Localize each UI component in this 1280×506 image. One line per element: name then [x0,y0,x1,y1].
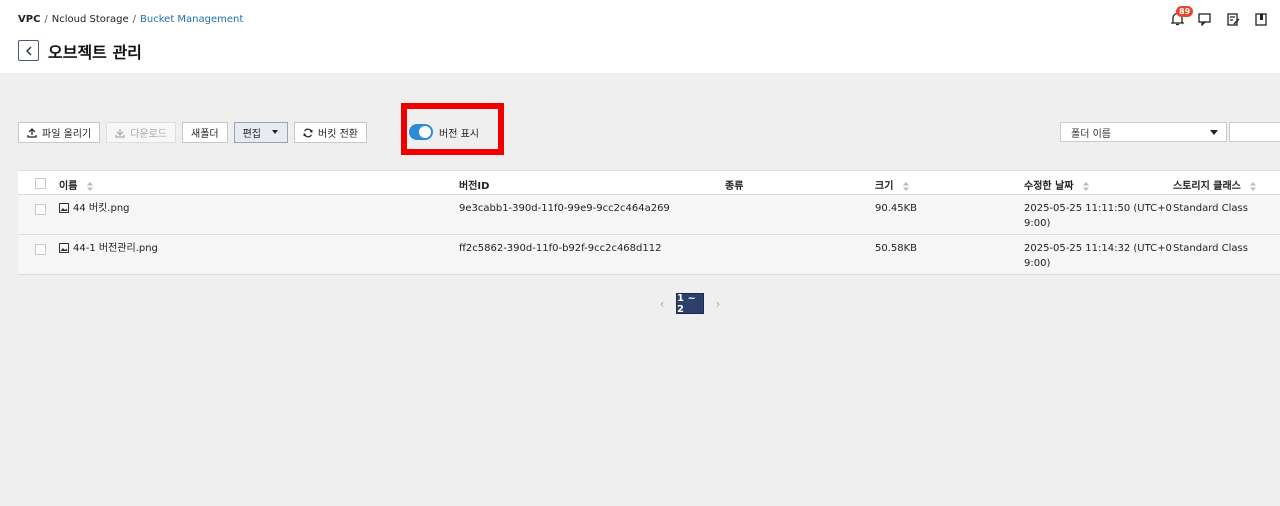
toggle-knob [419,126,431,138]
chat-icon [1198,12,1211,26]
modified-line1: 2025-05-25 11:11:50 (UTC+0 [1024,203,1172,214]
breadcrumb-ncloud-storage[interactable]: Ncloud Storage [52,14,129,25]
upload-file-button[interactable]: 파일 올리기 [18,122,101,143]
column-size[interactable]: 크기 [875,177,909,192]
download-icon [115,128,125,138]
edit-note-icon [1226,12,1240,26]
object-name[interactable]: 44-1 버전관리.png [59,241,158,256]
object-table: 이름 버전ID 종류 크기 수정한 날짜 스토리지 클래스 44 버킷.png … [18,170,1280,275]
column-version-id: 버전ID [459,181,490,192]
book-icon [1255,12,1267,26]
edit-label: 편집 [242,129,262,140]
object-modified: 2025-05-25 11:14:32 (UTC+0 9:00) [1024,241,1172,271]
download-button[interactable]: 다운로드 [106,122,176,143]
breadcrumb-separator: / [132,14,137,25]
column-storage-class[interactable]: 스토리지 클래스 [1173,177,1257,192]
breadcrumb: VPC / Ncloud Storage / Bucket Management [18,14,243,25]
back-button[interactable] [18,40,39,61]
object-storage-class: Standard Class [1173,243,1248,254]
column-name[interactable]: 이름 [59,177,93,192]
filter-select[interactable]: 폴더 이름 [1060,122,1227,142]
column-type: 종류 [725,181,744,192]
chevron-left-icon [25,46,31,55]
object-name-label: 44 버킷.png [73,203,130,214]
prev-page-button[interactable]: ‹ [656,297,668,311]
book-button[interactable] [1252,10,1270,28]
column-name-label: 이름 [59,181,78,192]
page-header: VPC / Ncloud Storage / Bucket Management… [0,0,1280,73]
image-file-icon [59,203,69,213]
object-modified: 2025-05-25 11:11:50 (UTC+0 9:00) [1024,201,1172,231]
breadcrumb-vpc[interactable]: VPC [18,14,40,25]
edit-dropdown-button[interactable]: 편집 [233,122,289,143]
object-storage-class: Standard Class [1173,203,1248,214]
modified-line2: 9:00) [1024,218,1051,229]
search-input[interactable] [1229,122,1280,142]
version-id: 9e3cabb1-390d-11f0-99e9-9cc2c464a269 [459,203,670,214]
select-all-checkbox[interactable] [35,178,46,189]
page-title: 오브젝트 관리 [48,43,142,62]
current-page[interactable]: 1 ~ 2 [676,293,704,315]
object-toolbar: 파일 올리기 다운로드 새폴더 편집 버킷 전환 [18,122,373,143]
pagination: ‹ 1 ~ 2 › [656,293,724,315]
memo-button[interactable] [1224,10,1242,28]
breadcrumb-bucket-management[interactable]: Bucket Management [140,14,243,25]
column-modified[interactable]: 수정한 날짜 [1024,177,1089,192]
modified-line1: 2025-05-25 11:14:32 (UTC+0 [1024,243,1172,254]
object-name[interactable]: 44 버킷.png [59,201,130,216]
version-toggle[interactable]: 버전 표시 [409,124,479,140]
caret-down-icon [272,130,279,134]
new-folder-label: 새폴더 [191,129,219,140]
object-size: 50.58KB [875,243,918,254]
table-header: 이름 버전ID 종류 크기 수정한 날짜 스토리지 클래스 [18,170,1280,195]
sort-icon [1082,181,1089,191]
switch-bucket-button[interactable]: 버킷 전환 [294,122,367,143]
refresh-icon [303,128,313,137]
sort-icon [1250,181,1257,191]
sort-icon [86,181,93,191]
switch-bucket-label: 버킷 전환 [318,129,358,140]
table-row[interactable]: 44-1 버전관리.png ff2c5862-390d-11f0-b92f-9c… [18,235,1280,275]
row-checkbox[interactable] [35,244,46,255]
notification-badge: 89 [1176,6,1194,17]
modified-line2: 9:00) [1024,258,1051,269]
next-page-button[interactable]: › [712,297,724,311]
notification-button[interactable]: 89 [1168,6,1194,28]
row-checkbox[interactable] [35,204,46,215]
sort-icon [902,181,909,191]
caret-down-icon [1210,130,1218,135]
column-size-label: 크기 [875,181,894,192]
column-modified-label: 수정한 날짜 [1024,181,1074,192]
version-toggle-switch[interactable] [409,124,433,140]
object-size: 90.45KB [875,203,918,214]
header-icons: 89 [1168,6,1270,28]
image-file-icon [59,243,69,253]
column-storage-class-label: 스토리지 클래스 [1173,181,1241,192]
chat-button[interactable] [1196,10,1214,28]
upload-icon [27,127,37,138]
object-name-label: 44-1 버전관리.png [73,243,158,254]
download-label: 다운로드 [130,129,167,140]
table-row[interactable]: 44 버킷.png 9e3cabb1-390d-11f0-99e9-9cc2c4… [18,195,1280,235]
version-id: ff2c5862-390d-11f0-b92f-9cc2c468d112 [459,243,662,254]
filter-select-value: 폴더 이름 [1071,128,1111,140]
breadcrumb-separator: / [44,14,48,25]
new-folder-button[interactable]: 새폴더 [182,122,228,143]
upload-file-label: 파일 올리기 [42,129,92,140]
version-toggle-label: 버전 표시 [439,128,479,140]
